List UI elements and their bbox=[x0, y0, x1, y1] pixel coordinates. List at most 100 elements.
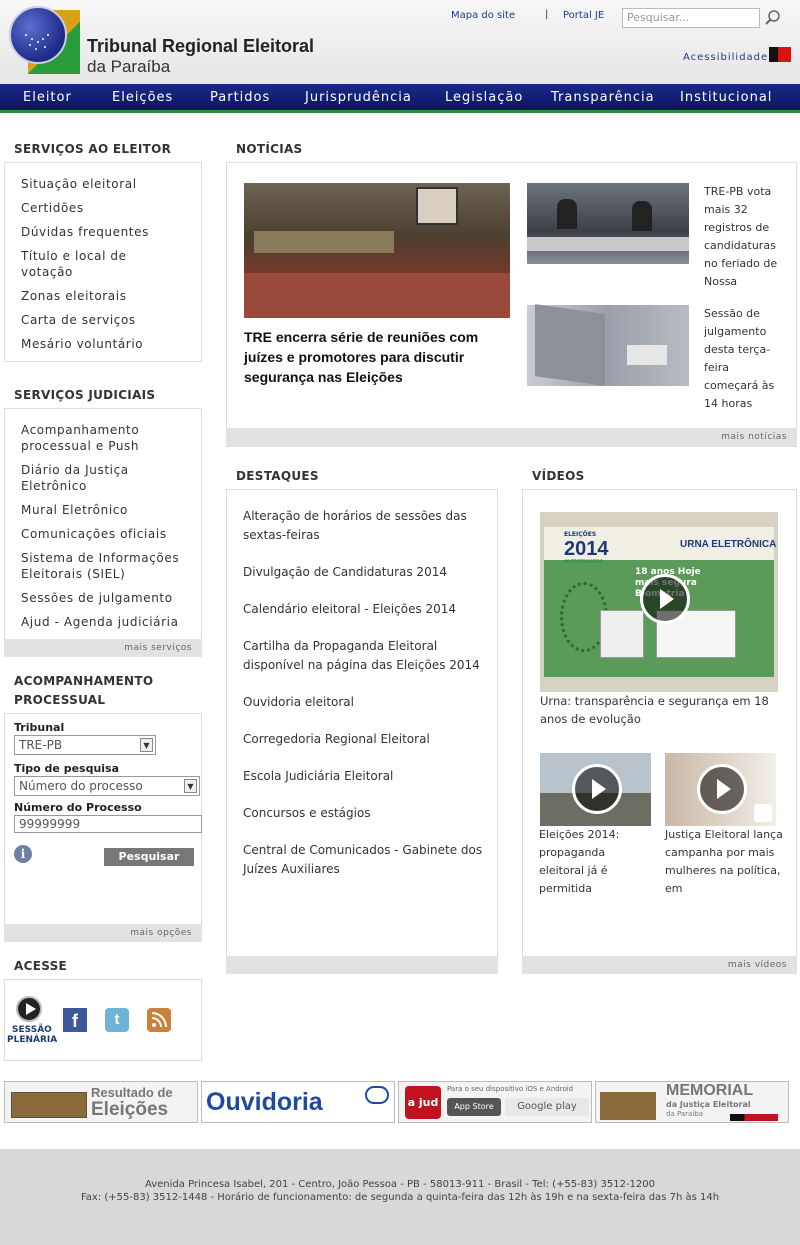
accessibility-link[interactable]: Acessibilidade bbox=[683, 52, 768, 63]
video-3-thumbnail[interactable] bbox=[665, 753, 776, 826]
news-side2-text[interactable]: Sessão de julgamento desta terça-feira c… bbox=[704, 305, 784, 409]
destaque-item[interactable]: Alteração de horários de sessões das sex… bbox=[243, 507, 488, 545]
nav-jurisprudencia[interactable]: Jurisprudência bbox=[305, 84, 412, 111]
resultado-eleicoes-banner[interactable]: Resultado de Eleições bbox=[4, 1081, 198, 1123]
resultado-text-2: Eleições bbox=[91, 1099, 169, 1120]
destaque-item[interactable]: Ouvidoria eleitoral bbox=[243, 693, 488, 712]
link-duvidas[interactable]: Dúvidas frequentes bbox=[21, 224, 196, 240]
nav-transparencia[interactable]: Transparência bbox=[551, 84, 655, 111]
link-carta[interactable]: Carta de serviços bbox=[21, 312, 196, 328]
twitter-icon[interactable]: t bbox=[105, 1008, 129, 1032]
link-acompanhamento[interactable]: Acompanhamento processual e Push bbox=[21, 422, 161, 454]
link-situacao-eleitoral[interactable]: Situação eleitoral bbox=[21, 176, 196, 192]
link-certidoes[interactable]: Certidões bbox=[21, 200, 196, 216]
site-title[interactable]: Tribunal Regional Eleitoral bbox=[87, 36, 314, 57]
sitemap-link[interactable]: Mapa do site bbox=[451, 10, 515, 21]
link-zonas[interactable]: Zonas eleitorais bbox=[21, 288, 196, 304]
ajud-text: Para o seu dispositivo iOS e Android bbox=[447, 1085, 574, 1093]
destaques-footer-bar bbox=[226, 956, 498, 974]
search-input[interactable]: Pesquisar... bbox=[622, 8, 760, 28]
numero-label: Número do Processo bbox=[14, 801, 142, 814]
video-3-caption[interactable]: Justiça Eleitoral lança campanha por mai… bbox=[665, 826, 783, 898]
ouvidoria-text: Ouvidoria bbox=[206, 1088, 323, 1116]
acompanhamento-title-2: PROCESSUAL bbox=[14, 693, 106, 707]
link-comunicacoes[interactable]: Comunicações oficiais bbox=[21, 526, 196, 542]
news-main-headline[interactable]: TRE encerra série de reuniões com juízes… bbox=[244, 327, 504, 387]
facebook-icon[interactable]: f bbox=[63, 1008, 87, 1032]
nav-partidos[interactable]: Partidos bbox=[210, 84, 270, 111]
news-side2-image[interactable] bbox=[527, 304, 689, 386]
link-sessoes[interactable]: Sessões de julgamento bbox=[21, 590, 196, 606]
googleplay-badge[interactable]: Google play bbox=[505, 1098, 589, 1116]
numero-input[interactable]: 99999999 bbox=[14, 815, 202, 833]
video-2-thumbnail[interactable] bbox=[540, 753, 651, 826]
footer-address: Avenida Princesa Isabel, 201 - Centro, J… bbox=[144, 1179, 655, 1190]
info-icon[interactable]: i bbox=[14, 845, 32, 863]
more-options-link[interactable]: mais opções bbox=[4, 924, 202, 942]
play-icon[interactable] bbox=[572, 764, 622, 814]
ajud-banner[interactable]: a jud Para o seu dispositivo iOS e Andro… bbox=[398, 1081, 592, 1123]
destaque-item[interactable]: Calendário eleitoral - Eleições 2014 bbox=[243, 600, 488, 619]
link-ajud[interactable]: Ajud - Agenda judiciária bbox=[21, 614, 196, 630]
tipo-label: Tipo de pesquisa bbox=[14, 762, 120, 775]
pesquisar-button[interactable]: Pesquisar bbox=[104, 848, 194, 866]
chevron-down-icon[interactable]: ▼ bbox=[184, 779, 197, 793]
sessao-plenaria-icon[interactable] bbox=[16, 996, 42, 1022]
link-mural[interactable]: Mural Eletrônico bbox=[21, 502, 196, 518]
nav-eleicoes[interactable]: Eleições bbox=[112, 84, 173, 111]
main-nav: Eleitor Eleições Partidos Jurisprudência… bbox=[0, 84, 800, 113]
appstore-badge[interactable]: App Store bbox=[447, 1098, 501, 1116]
memorial-text-2: da Justiça Eleitoral bbox=[666, 1100, 751, 1109]
link-mesario[interactable]: Mesário voluntário bbox=[21, 336, 196, 352]
destaque-item[interactable]: Concursos e estágios bbox=[243, 804, 488, 823]
nav-legislacao[interactable]: Legislação bbox=[445, 84, 523, 111]
thumb-year: 2014 bbox=[564, 538, 609, 560]
link-diario[interactable]: Diário da Justiça Eletrônico bbox=[21, 462, 161, 494]
logo-globe[interactable] bbox=[9, 6, 67, 64]
nav-institucional[interactable]: Institucional bbox=[680, 84, 772, 111]
destaque-item[interactable]: Cartilha da Propaganda Eleitoral disponí… bbox=[243, 637, 488, 675]
link-titulo[interactable]: Título e local de votação bbox=[21, 248, 161, 280]
play-icon[interactable] bbox=[640, 574, 690, 624]
link-separator: | bbox=[545, 9, 549, 20]
sessao-plenaria-label-2[interactable]: PLENÁRIA bbox=[7, 1035, 57, 1045]
destaque-item[interactable]: Divulgação de Candidaturas 2014 bbox=[243, 563, 488, 582]
video-main-caption[interactable]: Urna: transparência e segurança em 18 an… bbox=[540, 692, 780, 728]
rss-icon[interactable] bbox=[147, 1008, 171, 1032]
tribunal-select[interactable]: TRE-PB ▼ bbox=[14, 735, 156, 755]
site-subtitle[interactable]: da Paraíba bbox=[87, 57, 170, 77]
news-main-image[interactable] bbox=[244, 183, 510, 318]
destaques-title: DESTAQUES bbox=[236, 469, 319, 483]
link-siel[interactable]: Sistema de Informações Eleitorais (SIEL) bbox=[21, 550, 193, 582]
destaque-item[interactable]: Escola Judiciária Eleitoral bbox=[243, 767, 488, 786]
tribunal-label: Tribunal bbox=[14, 721, 65, 734]
noticias-title: NOTÍCIAS bbox=[236, 142, 303, 156]
videos-title: VÍDEOS bbox=[532, 469, 585, 483]
more-videos-link[interactable]: mais vídeos bbox=[522, 956, 797, 974]
search-icon[interactable] bbox=[765, 10, 781, 26]
sessao-plenaria-label-1[interactable]: SESSÃO bbox=[12, 1025, 52, 1035]
news-side1-image[interactable] bbox=[527, 183, 689, 264]
accessibility-icon[interactable] bbox=[769, 47, 791, 62]
sign-language-icon bbox=[754, 804, 772, 822]
site-header: Tribunal Regional Eleitoral da Paraíba M… bbox=[0, 0, 800, 84]
destaque-item[interactable]: Central de Comunicados - Gabinete dos Ju… bbox=[243, 841, 488, 879]
destaque-item[interactable]: Corregedoria Regional Eleitoral bbox=[243, 730, 488, 749]
tipo-select[interactable]: Número do processo ▼ bbox=[14, 776, 200, 796]
play-icon[interactable] bbox=[697, 764, 747, 814]
news-side1-text[interactable]: TRE-PB vota mais 32 registros de candida… bbox=[704, 183, 784, 287]
video-2-caption[interactable]: Eleições 2014: propaganda eleitoral já é… bbox=[539, 826, 649, 898]
ouvidoria-banner[interactable]: Ouvidoria bbox=[201, 1081, 395, 1123]
memorial-banner[interactable]: MEMORIAL da Justiça Eleitoral da Paraíba bbox=[595, 1081, 789, 1123]
acesse-title: ACESSE bbox=[14, 959, 68, 973]
video-main-thumbnail[interactable]: 2014 ELEIÇÕES #VEMPRAURNA URNA ELETRÔNIC… bbox=[540, 512, 778, 692]
tribunal-value: TRE-PB bbox=[19, 738, 63, 752]
tipo-value: Número do processo bbox=[19, 779, 143, 793]
nav-eleitor[interactable]: Eleitor bbox=[23, 84, 72, 111]
more-services-link[interactable]: mais serviços bbox=[4, 639, 202, 657]
more-news-link[interactable]: mais notícias bbox=[226, 428, 797, 446]
chevron-down-icon[interactable]: ▼ bbox=[140, 738, 153, 752]
portal-je-link[interactable]: Portal JE bbox=[563, 10, 604, 21]
servicos-judiciais-title: SERVIÇOS JUDICIAIS bbox=[14, 388, 156, 402]
thumb-eleicoes: ELEIÇÕES bbox=[564, 531, 597, 538]
